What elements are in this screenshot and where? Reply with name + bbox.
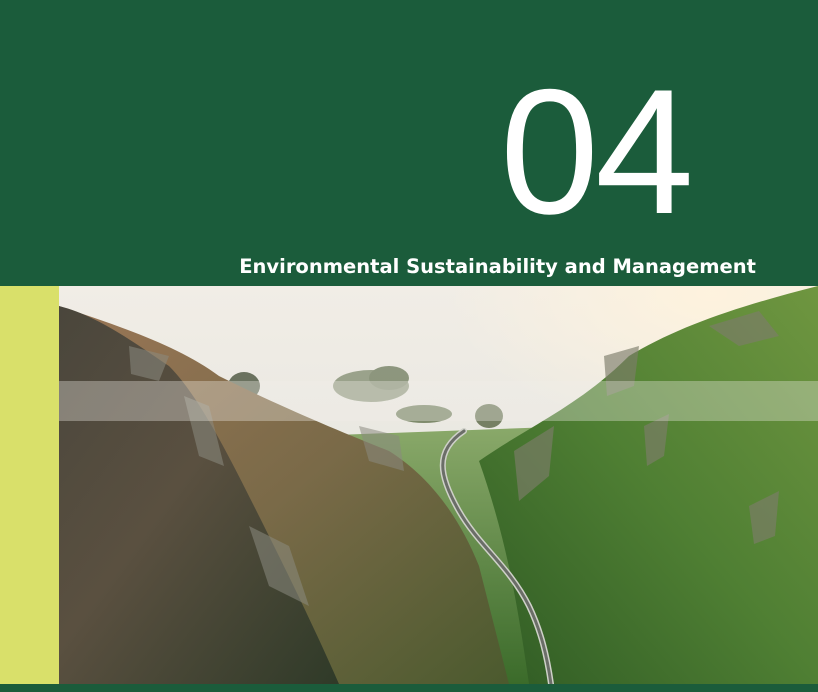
landscape-photo <box>59 286 818 684</box>
chapter-title: Environmental Sustainability and Managem… <box>239 255 756 278</box>
chapter-number: 04 <box>500 52 694 251</box>
accent-bar <box>0 286 59 684</box>
morning-mist <box>59 381 818 421</box>
footer-strip <box>0 684 818 692</box>
section-header: 04 Environmental Sustainability and Mana… <box>0 0 818 286</box>
